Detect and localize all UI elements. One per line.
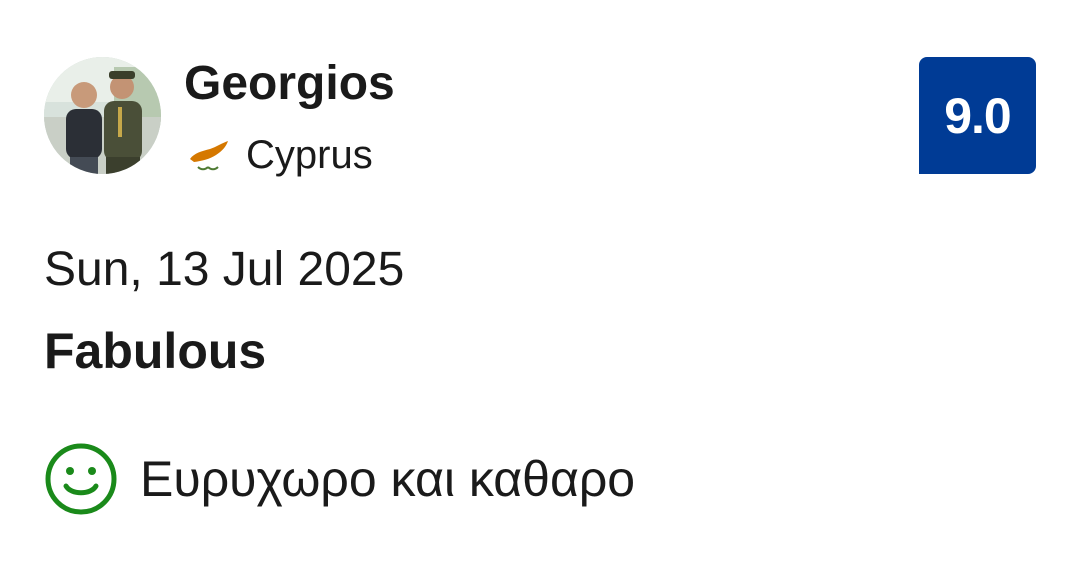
reviewer-avatar[interactable] <box>44 57 161 174</box>
review-date: Sun, 13 Jul 2025 <box>44 243 405 296</box>
cyprus-flag-icon <box>184 131 232 179</box>
review-positive: Ευρυχωρο και καθαρο <box>44 442 635 516</box>
review-card: Georgios Cyprus 9.0 Sun, 13 Jul 2025 Fab… <box>0 0 1080 564</box>
review-score-badge: 9.0 <box>919 57 1036 174</box>
review-score: 9.0 <box>944 87 1012 144</box>
country-name: Cyprus <box>246 133 373 177</box>
avatar-photo <box>44 57 161 174</box>
reviewer-country: Cyprus <box>184 130 373 180</box>
review-title: Fabulous <box>44 323 267 379</box>
positive-text: Ευρυχωρο και καθαρο <box>140 451 636 507</box>
smiley-icon <box>44 442 118 516</box>
reviewer-name: Georgios <box>184 57 395 110</box>
